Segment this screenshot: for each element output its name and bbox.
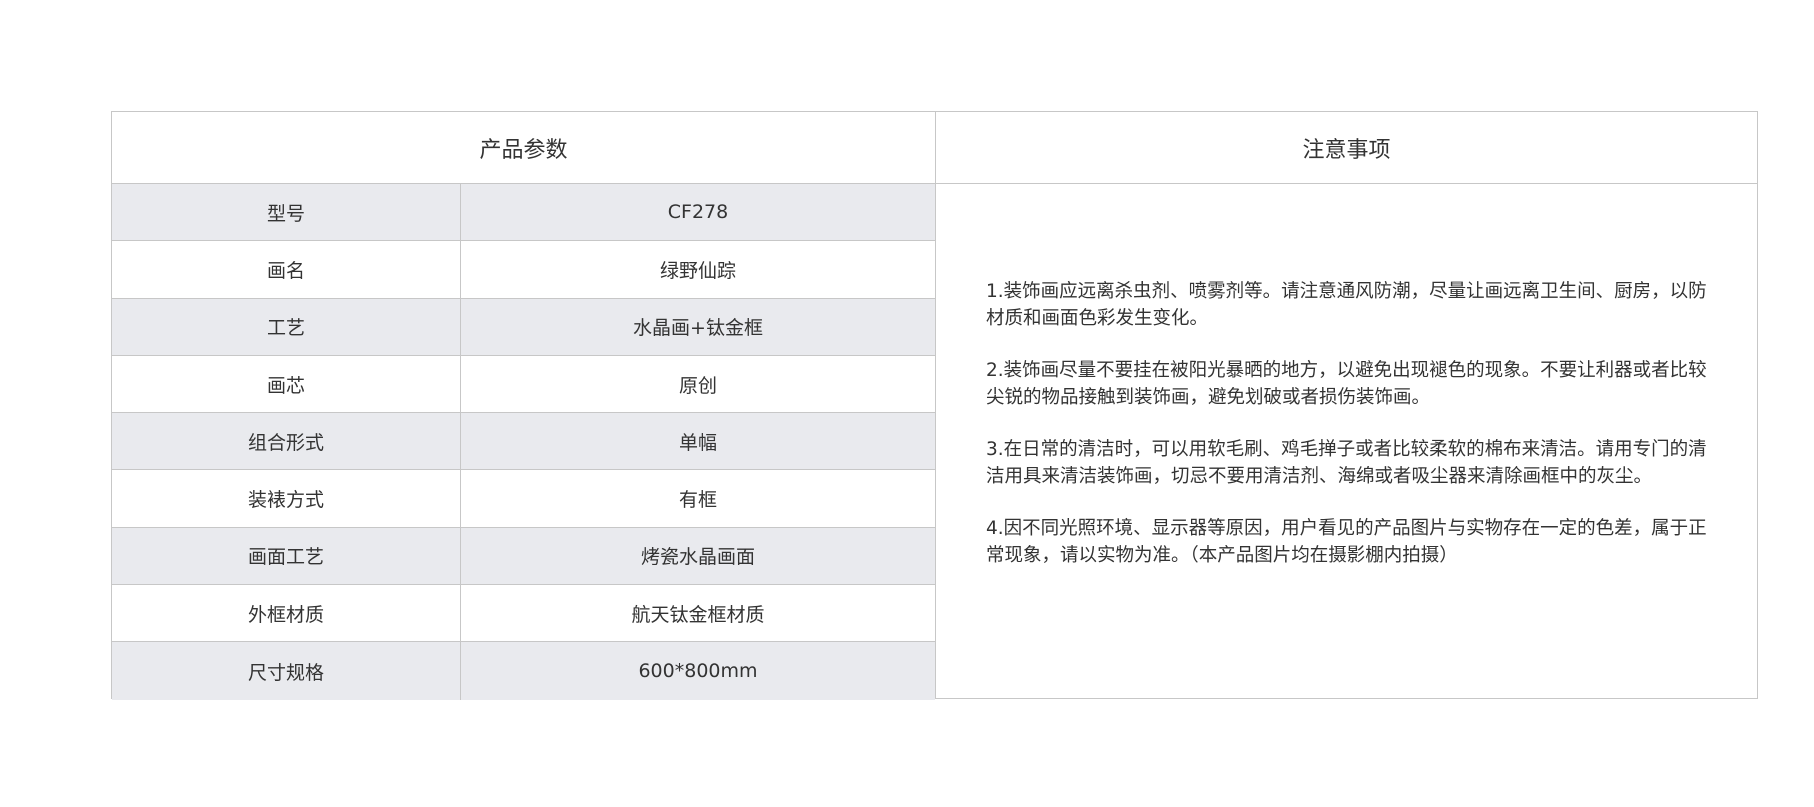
param-value: 单幅 <box>678 431 717 454</box>
param-value: 水晶画+钛金框 <box>633 317 763 340</box>
params-rows: 型号 CF278 画名 绿野仙踪 工艺 水晶画+钛金框 画芯 原创 组合形式 单… <box>112 184 935 700</box>
params-column: 产品参数 型号 CF278 画名 绿野仙踪 工艺 水晶画+钛金框 画芯 原创 组… <box>112 112 935 700</box>
param-row-combination: 组合形式 单幅 <box>112 413 935 471</box>
param-value: 绿野仙踪 <box>659 259 736 282</box>
param-value: 有框 <box>678 489 717 512</box>
param-key: 画名 <box>112 241 461 298</box>
note-item: 4.因不同光照环境、显示器等原因，用户看见的产品图片与实物存在一定的色差，属于正… <box>986 518 1707 566</box>
params-header: 产品参数 <box>112 112 935 184</box>
param-value: 航天钛金框材质 <box>631 603 765 626</box>
param-row-model: 型号 CF278 <box>112 184 935 242</box>
notes-header: 注意事项 <box>936 112 1757 184</box>
param-row-frame-material: 外框材质 航天钛金框材质 <box>112 585 935 643</box>
notes-column: 注意事项 1.装饰画应远离杀虫剂、喷雾剂等。请注意通风防潮，尽量让画远离卫生间、… <box>935 112 1757 698</box>
notes-body: 1.装饰画应远离杀虫剂、喷雾剂等。请注意通风防潮，尽量让画远离卫生间、厨房，以防… <box>936 184 1757 698</box>
param-key: 装裱方式 <box>112 470 461 527</box>
param-value: 烤瓷水晶画面 <box>640 546 755 569</box>
param-key: 外框材质 <box>112 585 461 642</box>
param-row-size: 尺寸规格 600*800mm <box>112 642 935 700</box>
note-item: 3.在日常的清洁时，可以用软毛刷、鸡毛掸子或者比较柔软的棉布来清洁。请用专门的清… <box>986 439 1707 487</box>
param-key: 组合形式 <box>112 413 461 470</box>
param-row-mounting: 装裱方式 有框 <box>112 470 935 528</box>
product-info-table: 产品参数 型号 CF278 画名 绿野仙踪 工艺 水晶画+钛金框 画芯 原创 组… <box>111 111 1758 700</box>
param-key: 工艺 <box>112 298 461 355</box>
param-key: 画面工艺 <box>112 527 461 585</box>
param-value: CF278 <box>667 201 729 224</box>
param-value: 600*800mm <box>638 660 758 683</box>
param-key: 画芯 <box>112 355 461 413</box>
param-key: 尺寸规格 <box>112 642 461 700</box>
note-item: 1.装饰画应远离杀虫剂、喷雾剂等。请注意通风防潮，尽量让画远离卫生间、厨房，以防… <box>986 281 1707 329</box>
param-row-core: 画芯 原创 <box>112 355 935 414</box>
param-row-name: 画名 绿野仙踪 <box>112 241 935 299</box>
param-row-surface: 画面工艺 烤瓷水晶画面 <box>112 527 935 586</box>
note-item: 2.装饰画尽量不要挂在被阳光暴晒的地方，以避免出现褪色的现象。不要让利器或者比较… <box>986 360 1707 408</box>
param-key: 型号 <box>112 184 461 241</box>
param-row-craft: 工艺 水晶画+钛金框 <box>112 298 935 356</box>
param-value: 原创 <box>678 374 717 397</box>
